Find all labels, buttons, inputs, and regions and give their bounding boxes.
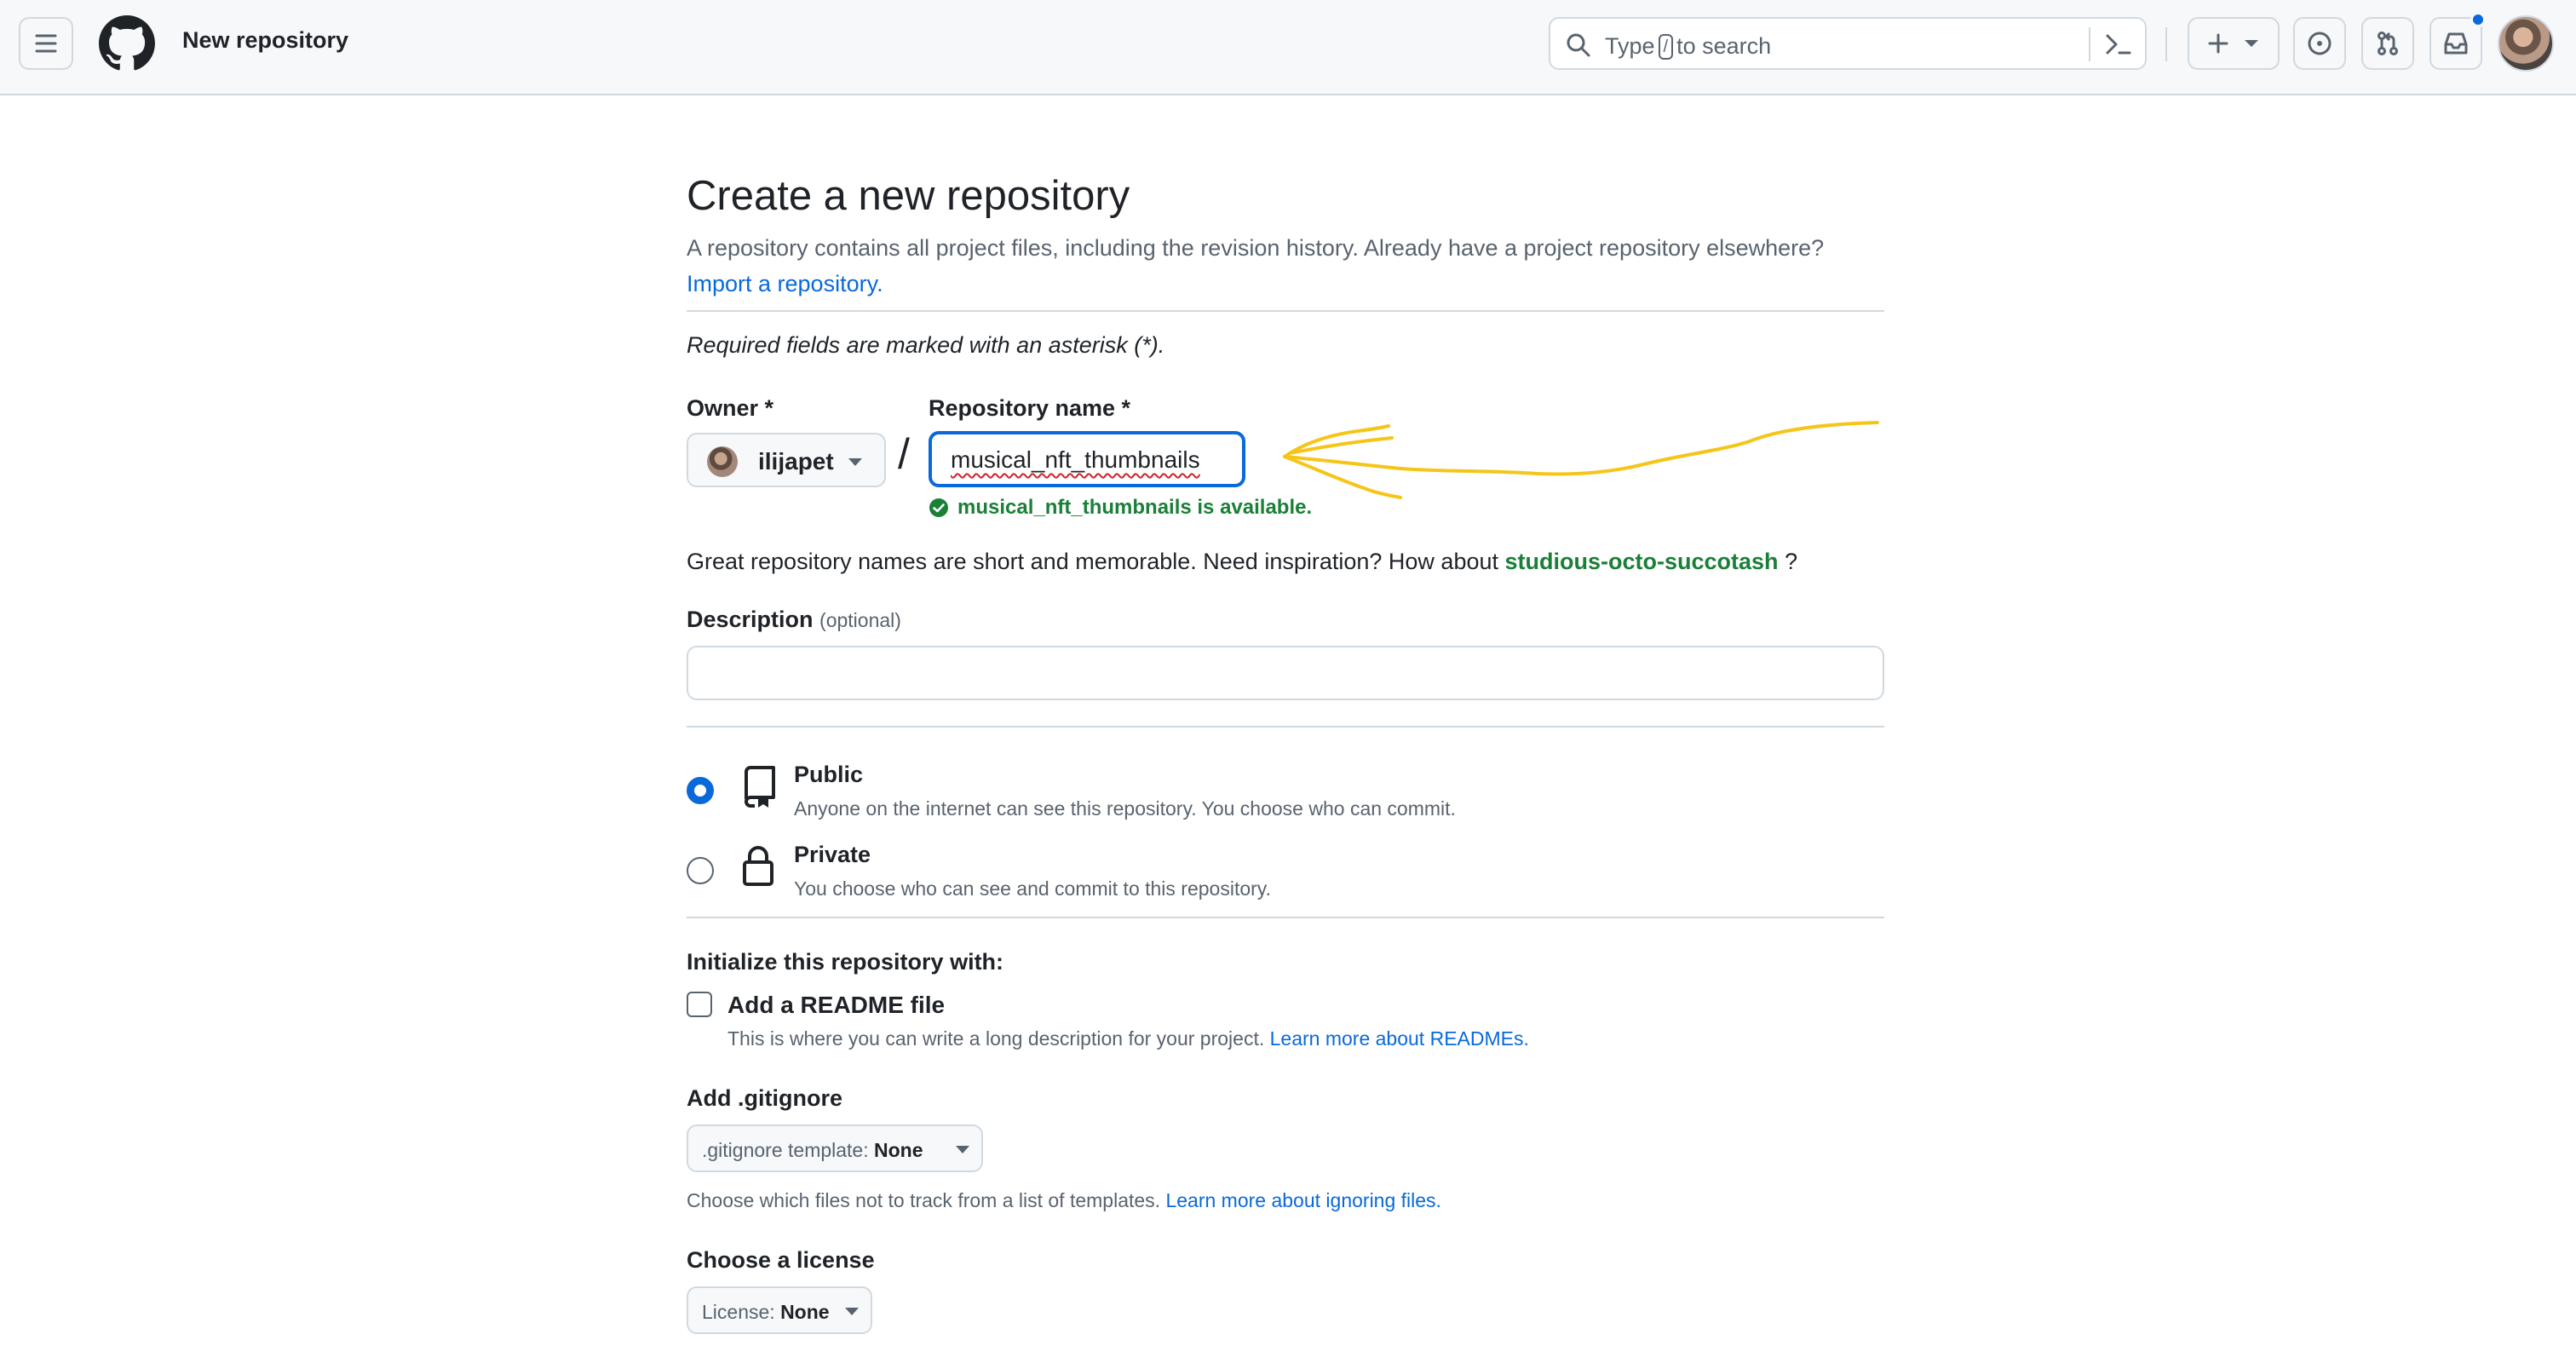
readme-label[interactable]: Add a README file <box>727 992 945 1019</box>
gitignore-title: Add .gitignore <box>687 1085 842 1111</box>
learn-readmes-link[interactable]: Learn more about READMEs. <box>1270 1027 1529 1050</box>
description-input[interactable] <box>687 646 1884 700</box>
menu-button[interactable] <box>19 17 73 70</box>
repo-name-label: Repository name * <box>929 395 1131 421</box>
initialize-title: Initialize this repository with: <box>687 949 1004 975</box>
divider <box>687 726 1884 728</box>
license-title: Choose a license <box>687 1247 875 1273</box>
create-new-button[interactable] <box>2188 17 2280 70</box>
import-repository-link[interactable]: Import a repository. <box>687 271 883 296</box>
owner-dropdown[interactable]: ilijapet <box>687 433 886 487</box>
header-divider <box>2165 27 2167 61</box>
gitignore-note: Choose which files not to track from a l… <box>687 1189 1441 1211</box>
learn-ignoring-files-link[interactable]: Learn more about ignoring files. <box>1165 1189 1440 1211</box>
global-header: New repository Type / to search <box>0 0 2576 95</box>
license-dropdown[interactable]: License: None <box>687 1286 872 1334</box>
visibility-private-label[interactable]: Private <box>794 842 871 868</box>
repository-name-value: musical_nft_thumbnails <box>951 446 1200 473</box>
visibility-public-label[interactable]: Public <box>794 762 863 788</box>
divider <box>687 917 1884 918</box>
description-label: Description (optional) <box>687 607 901 632</box>
search-divider <box>2089 27 2090 61</box>
github-logo-icon[interactable] <box>99 15 155 72</box>
visibility-public-desc: Anyone on the internet can see this repo… <box>794 797 1456 820</box>
context-title[interactable]: New repository <box>182 27 348 54</box>
owner-repo-separator: / <box>898 430 910 478</box>
owner-label: Owner * <box>687 395 774 421</box>
user-avatar[interactable] <box>2498 15 2554 72</box>
search-input[interactable]: Type / to search <box>1549 17 2147 70</box>
repo-icon <box>745 766 775 808</box>
pull-request-icon <box>2378 32 2398 55</box>
readme-checkbox[interactable] <box>687 992 712 1017</box>
owner-name: ilijapet <box>758 448 834 475</box>
required-fields-note: Required fields are marked with an aster… <box>687 332 1165 358</box>
notification-dot <box>2470 12 2486 27</box>
caret-down-icon <box>2245 40 2258 47</box>
suggested-name-link[interactable]: studious-octo-succotash <box>1505 549 1779 574</box>
page-subtitle: A repository contains all project files,… <box>687 235 1825 296</box>
caret-down-icon <box>956 1146 969 1153</box>
gitignore-template-dropdown[interactable]: .gitignore template: None <box>687 1125 983 1172</box>
visibility-private-desc: You choose who can see and commit to thi… <box>794 877 1271 900</box>
caret-down-icon <box>845 1308 859 1315</box>
plus-icon <box>2208 33 2228 54</box>
issue-icon <box>2308 32 2332 55</box>
inbox-icon <box>2444 32 2468 55</box>
name-inspiration: Great repository names are short and mem… <box>687 549 1798 574</box>
search-icon <box>1567 33 1590 57</box>
check-circle-icon <box>929 498 948 517</box>
lock-icon <box>743 846 773 886</box>
visibility-public-radio[interactable] <box>687 777 714 804</box>
readme-description: This is where you can write a long descr… <box>727 1027 1529 1050</box>
command-palette-icon[interactable] <box>2104 31 2133 58</box>
caret-down-icon <box>848 458 862 466</box>
menu-icon <box>35 34 57 53</box>
page-title: Create a new repository <box>687 173 1130 219</box>
owner-avatar <box>707 446 738 477</box>
search-placeholder: Type / to search <box>1605 33 1772 60</box>
search-shortcut-key: / <box>1658 34 1674 60</box>
divider <box>687 310 1884 312</box>
issues-button[interactable] <box>2293 17 2346 70</box>
repository-name-input[interactable]: musical_nft_thumbnails <box>929 431 1245 487</box>
availability-message: musical_nft_thumbnails is available. <box>929 496 1312 520</box>
visibility-private-radio[interactable] <box>687 857 714 884</box>
pull-requests-button[interactable] <box>2361 17 2414 70</box>
highlight-arrow-annotation <box>1283 421 1879 499</box>
